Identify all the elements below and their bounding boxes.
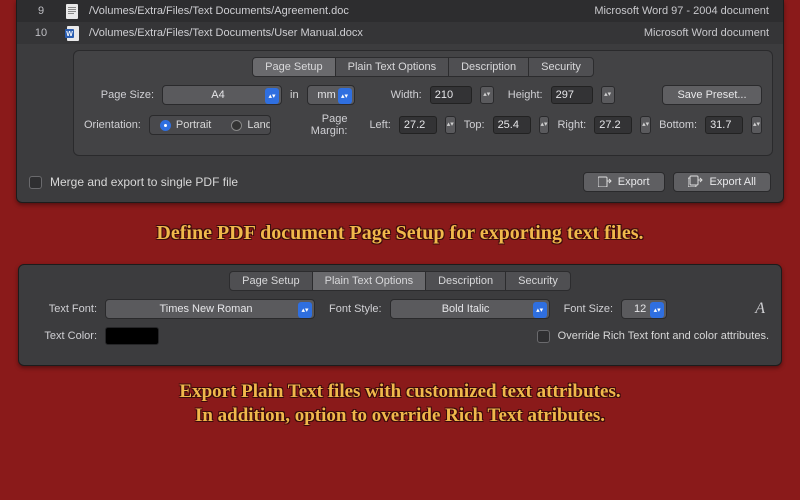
- orientation-portrait[interactable]: Portrait: [150, 116, 221, 134]
- caption-plain-text: Export Plain Text files with customized …: [0, 380, 800, 428]
- export-button[interactable]: Export: [583, 172, 665, 192]
- file-type: Microsoft Word document: [573, 27, 783, 39]
- updown-icon: ▴▾: [338, 88, 352, 104]
- orientation-landscape-label: Landscape: [247, 119, 271, 131]
- margin-right-input[interactable]: [594, 116, 632, 134]
- width-label: Width:: [391, 89, 422, 101]
- save-preset-button[interactable]: Save Preset...: [662, 85, 762, 105]
- margin-left-label: Left:: [369, 119, 390, 131]
- page-size-value: A4: [211, 89, 224, 101]
- merge-checkbox[interactable]: [29, 176, 42, 189]
- svg-text:W: W: [66, 31, 73, 38]
- font-panel-icon[interactable]: A: [751, 300, 769, 318]
- font-size-value: 12: [634, 303, 646, 315]
- page-size-popup[interactable]: A4 ▴▾: [162, 85, 282, 105]
- caption-line: In addition, option to override Rich Tex…: [0, 404, 800, 428]
- page-size-label: Page Size:: [84, 89, 154, 101]
- margin-right-stepper[interactable]: ▴▾: [640, 116, 651, 134]
- caption-line: Export Plain Text files with customized …: [0, 380, 800, 404]
- font-style-popup[interactable]: Bold Italic ▴▾: [390, 299, 550, 319]
- file-row[interactable]: 9 /Volumes/Extra/Files/Text Documents/Ag…: [17, 0, 783, 22]
- unit-in-label: in: [290, 89, 299, 101]
- font-size-popup[interactable]: 12 ▴▾: [621, 299, 667, 319]
- color-row: Text Color: Override Rich Text font and …: [31, 327, 769, 345]
- updown-icon: ▴▾: [298, 302, 312, 318]
- margin-bottom-input[interactable]: [705, 116, 743, 134]
- orientation-label: Orientation:: [84, 119, 141, 131]
- orientation-portrait-label: Portrait: [176, 119, 211, 131]
- override-checkbox[interactable]: [537, 330, 550, 343]
- text-color-swatch[interactable]: [105, 327, 159, 345]
- plain-text-panel: Page Setup Plain Text Options Descriptio…: [18, 264, 782, 366]
- text-font-label: Text Font:: [31, 303, 97, 315]
- export-all-button[interactable]: Export All: [673, 172, 771, 192]
- margin-top-stepper[interactable]: ▴▾: [539, 116, 550, 134]
- text-font-value: Times New Roman: [159, 303, 252, 315]
- file-row[interactable]: 10 W /Volumes/Extra/Files/Text Documents…: [17, 22, 783, 44]
- height-label: Height:: [508, 89, 543, 101]
- radio-selected-icon: [160, 120, 171, 131]
- width-input[interactable]: [430, 86, 472, 104]
- font-row: Text Font: Times New Roman ▴▾ Font Style…: [31, 299, 769, 319]
- font-size-label: Font Size:: [564, 303, 614, 315]
- margin-right-label: Right:: [557, 119, 586, 131]
- font-style-label: Font Style:: [329, 303, 382, 315]
- tab-plain-text[interactable]: Plain Text Options: [312, 271, 426, 291]
- page-setup-panel: 9 /Volumes/Extra/Files/Text Documents/Ag…: [16, 0, 784, 203]
- orientation-landscape[interactable]: Landscape: [221, 116, 271, 134]
- tab-security[interactable]: Security: [505, 271, 571, 291]
- page-margin-label: Page Margin:: [299, 113, 348, 137]
- page-setup-area: Page Setup Plain Text Options Descriptio…: [73, 50, 773, 156]
- tab-page-setup[interactable]: Page Setup: [252, 57, 336, 77]
- margin-left-input[interactable]: [399, 116, 437, 134]
- tab-description[interactable]: Description: [448, 57, 529, 77]
- updown-icon: ▴▾: [533, 302, 547, 318]
- merge-label: Merge and export to single PDF file: [50, 175, 238, 189]
- margin-bottom-label: Bottom:: [659, 119, 697, 131]
- doc-icon: [65, 3, 79, 19]
- export-all-icon: [688, 175, 704, 190]
- export-icon: [598, 175, 612, 190]
- orientation-group: Portrait Landscape: [149, 115, 271, 135]
- margin-top-label: Top:: [464, 119, 485, 131]
- tabs: Page Setup Plain Text Options Descriptio…: [84, 57, 762, 77]
- docx-icon: W: [65, 25, 79, 41]
- tab-description[interactable]: Description: [425, 271, 506, 291]
- tab-page-setup[interactable]: Page Setup: [229, 271, 313, 291]
- updown-icon: ▴▾: [265, 88, 279, 104]
- width-stepper[interactable]: ▴▾: [480, 86, 494, 104]
- updown-icon: ▴▾: [650, 302, 664, 318]
- caption-page-setup: Define PDF document Page Setup for expor…: [0, 221, 800, 246]
- file-path: /Volumes/Extra/Files/Text Documents/User…: [87, 27, 573, 39]
- tabs: Page Setup Plain Text Options Descriptio…: [31, 271, 769, 291]
- file-index: 9: [17, 5, 65, 17]
- file-path: /Volumes/Extra/Files/Text Documents/Agre…: [87, 5, 573, 17]
- margin-top-input[interactable]: [493, 116, 531, 134]
- page-size-row: Page Size: A4 ▴▾ in mm ▴▾ Width: ▴▾ Heig…: [84, 85, 762, 105]
- tab-security[interactable]: Security: [528, 57, 594, 77]
- orientation-row: Orientation: Portrait Landscape Page Mar…: [84, 113, 762, 137]
- text-color-label: Text Color:: [31, 330, 97, 342]
- text-font-popup[interactable]: Times New Roman ▴▾: [105, 299, 315, 319]
- height-input[interactable]: [551, 86, 593, 104]
- font-style-value: Bold Italic: [442, 303, 490, 315]
- export-label: Export: [618, 176, 650, 188]
- radio-icon: [231, 120, 242, 131]
- override-label: Override Rich Text font and color attrib…: [558, 330, 769, 342]
- file-type: Microsoft Word 97 - 2004 document: [573, 5, 783, 17]
- height-stepper[interactable]: ▴▾: [601, 86, 615, 104]
- unit-value: mm: [317, 89, 335, 101]
- margin-bottom-stepper[interactable]: ▴▾: [751, 116, 762, 134]
- file-index: 10: [17, 27, 65, 39]
- export-all-label: Export All: [710, 176, 756, 188]
- unit-popup[interactable]: mm ▴▾: [307, 85, 355, 105]
- tab-plain-text[interactable]: Plain Text Options: [335, 57, 449, 77]
- margin-left-stepper[interactable]: ▴▾: [445, 116, 456, 134]
- export-bar: Merge and export to single PDF file Expo…: [17, 164, 783, 202]
